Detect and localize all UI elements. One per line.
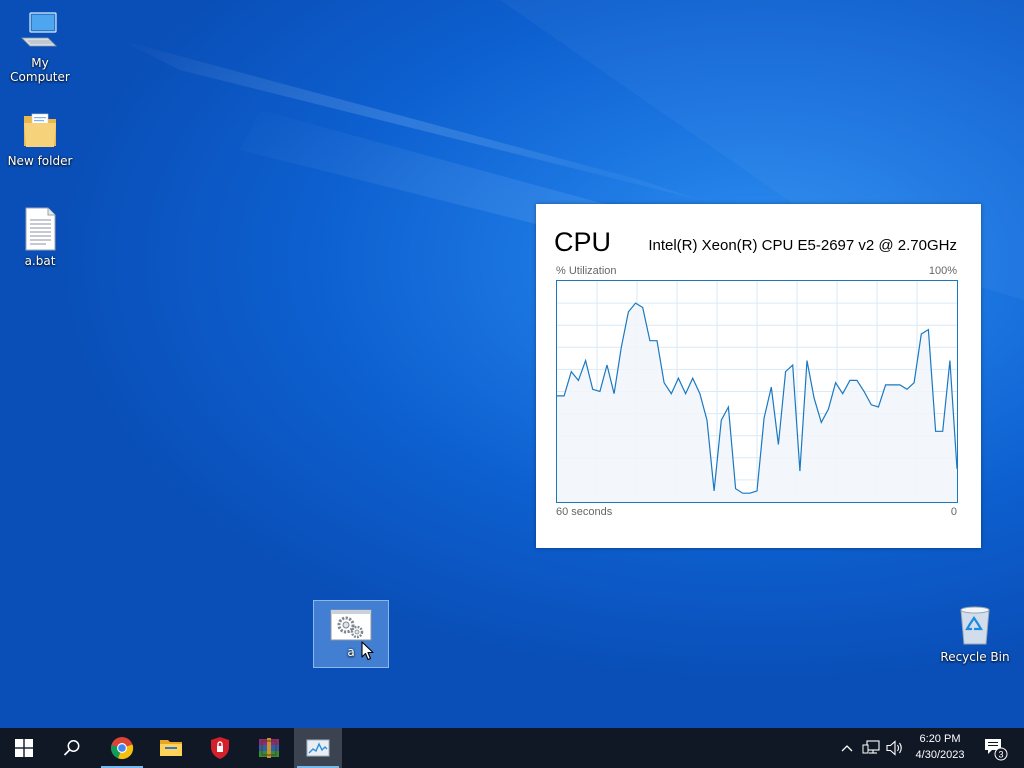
computer-icon <box>21 12 57 47</box>
y-axis-label: % Utilization <box>556 265 617 277</box>
y-axis-max-label: 100% <box>928 265 957 277</box>
winrar-icon <box>259 738 279 758</box>
desktop-icon-label: Recycle Bin <box>940 650 1010 664</box>
chrome-icon <box>111 737 134 760</box>
desktop-icon-a-exe[interactable]: a <box>313 600 389 668</box>
desktop-icon-label: a <box>347 645 355 659</box>
taskbar-security-app[interactable] <box>196 728 244 768</box>
clock-date: 4/30/2023 <box>915 749 965 761</box>
recycle-bin-icon <box>960 606 990 645</box>
taskbar: 6:20 PM 4/30/2023 3 <box>0 728 1024 768</box>
task-manager-icon <box>306 739 330 757</box>
desktop-icon-recycle-bin[interactable]: Recycle Bin <box>935 602 1015 664</box>
text-file-icon <box>25 207 56 251</box>
clock-time: 6:20 PM <box>919 733 961 745</box>
cpu-model-name: Intel(R) Xeon(R) CPU E5-2697 v2 @ 2.70GH… <box>648 237 957 254</box>
mouse-cursor-icon <box>361 641 374 661</box>
desktop-icon-label: My Computer <box>10 56 70 84</box>
desktop-icon-label: a.bat <box>24 254 56 268</box>
taskbar-winrar[interactable] <box>245 728 293 768</box>
cpu-widget-title: CPU <box>554 227 612 257</box>
executable-gear-icon <box>330 609 372 641</box>
desktop-icon-label: New folder <box>7 154 73 168</box>
x-axis-end-label: 0 <box>950 506 957 518</box>
taskbar-clock[interactable]: 6:20 PM 4/30/2023 <box>908 728 972 768</box>
x-axis-start-label: 60 seconds <box>556 506 613 518</box>
folder-icon <box>24 113 56 147</box>
desktop-icon-a-bat[interactable]: a.bat <box>0 206 80 268</box>
volume-icon <box>886 740 902 756</box>
desktop-icon-new-folder[interactable]: New folder <box>0 108 80 168</box>
taskbar-task-manager[interactable] <box>294 728 342 768</box>
search-icon <box>63 740 80 756</box>
desktop[interactable]: My Computer New folder a.bat a Recycle B… <box>0 0 1024 728</box>
file-explorer-icon <box>160 740 182 756</box>
chevron-up-icon <box>841 745 853 752</box>
volume-control[interactable] <box>884 728 906 768</box>
notification-icon: 3 <box>985 739 1008 761</box>
taskbar-file-explorer[interactable] <box>147 728 195 768</box>
search-button[interactable] <box>48 728 96 768</box>
cpu-graph-svg <box>557 281 958 502</box>
taskbar-chrome[interactable] <box>98 728 146 768</box>
windows-start-icon <box>15 739 33 757</box>
network-icon <box>862 740 880 754</box>
start-button[interactable] <box>0 728 48 768</box>
network-status[interactable] <box>860 728 882 768</box>
desktop-icon-my-computer[interactable]: My Computer <box>0 10 80 84</box>
action-center-button[interactable]: 3 <box>978 728 1012 768</box>
cpu-utilization-widget[interactable]: CPU Intel(R) Xeon(R) CPU E5-2697 v2 @ 2.… <box>536 204 981 548</box>
show-hidden-icons-button[interactable] <box>838 728 856 768</box>
notification-count-badge: 3 <box>998 749 1003 759</box>
cpu-graph <box>556 280 958 503</box>
shield-icon <box>211 737 229 759</box>
